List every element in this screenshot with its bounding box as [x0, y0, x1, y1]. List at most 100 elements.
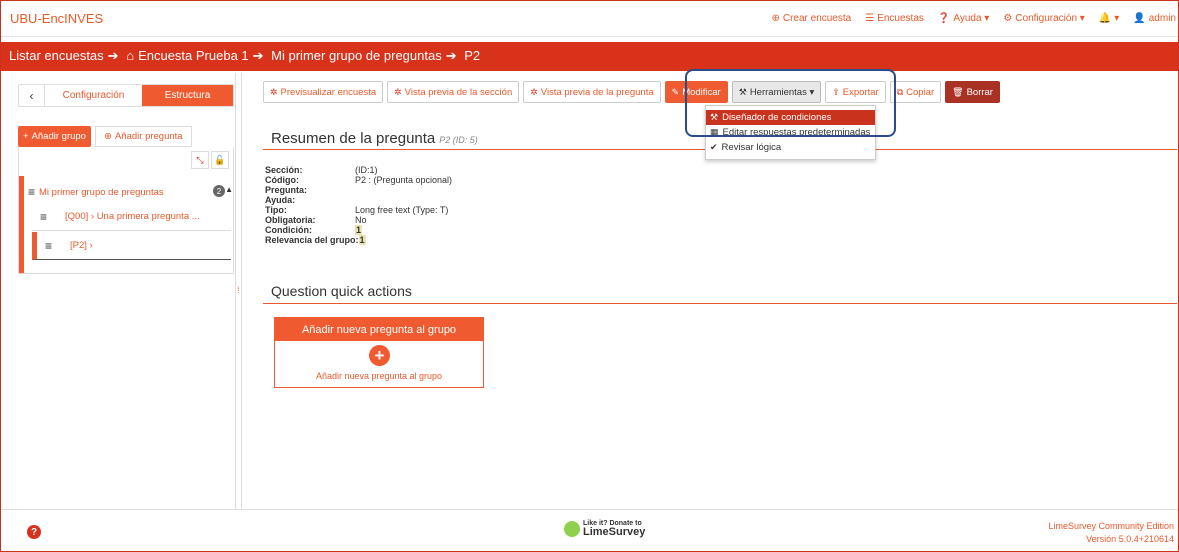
plus-circle-icon: ⊕: [771, 13, 780, 24]
summary-key: Sección:: [265, 165, 303, 175]
list-icon: ☰: [865, 13, 875, 24]
nav-user[interactable]: 👤 admin: [1133, 13, 1176, 24]
plus-circle-icon: +: [369, 345, 390, 366]
breadcrumb-question: P2: [464, 48, 481, 63]
summary-row: Relevancia del grupo: 1: [265, 235, 452, 245]
summary-title: Resumen de la pregunta P2 (ID: 5): [271, 130, 478, 147]
nav-help[interactable]: ❓ Ayuda ▾: [938, 13, 989, 24]
chevron-left-icon[interactable]: ‹: [19, 85, 45, 106]
tree-question-item[interactable]: ≡ [Q00] › Una primera pregunta ...: [32, 203, 231, 231]
export-button[interactable]: ⇪ Exportar: [825, 81, 886, 103]
tools-dropdown-button[interactable]: ⚒ Herramientas ▾: [731, 81, 822, 103]
summary-row: Condición: 1: [265, 225, 452, 235]
footer: ? Like it? Donate to LimeSurvey LimeSurve…: [1, 509, 1178, 551]
help-icon[interactable]: ?: [27, 525, 41, 539]
drag-handle-icon[interactable]: ≡: [40, 210, 47, 224]
modify-button[interactable]: ✎ Modificar: [664, 81, 728, 103]
add-group-button[interactable]: + Añadir grupo: [18, 126, 91, 147]
edition-label: LimeSurvey Community Edition: [1048, 521, 1174, 531]
summary-row: Sección: (ID:1): [265, 165, 452, 175]
question-summary-table: Sección: (ID:1) Código: P2 : (Pregunta opc…: [265, 165, 452, 245]
copy-icon: ⧉: [896, 86, 904, 97]
unlock-icon[interactable]: 🔓: [211, 151, 229, 169]
caret-up-icon[interactable]: ▲: [225, 185, 233, 194]
add-question-card[interactable]: Añadir nueva pregunta al grupo + Añadir …: [274, 317, 484, 388]
tree-question-item-active[interactable]: ≡ [P2] ›: [32, 232, 231, 260]
question-label: [Q00] › Una primera pregunta ...: [65, 211, 200, 222]
menu-item-check-logic[interactable]: ✔ Revisar lógica: [706, 140, 875, 155]
arrow-right-icon: ➔: [252, 48, 264, 63]
sidebar-resize-handle[interactable]: ⁞: [235, 73, 242, 509]
delete-button[interactable]: 🗑 Borrar: [945, 81, 1000, 103]
user-icon: 👤: [1133, 13, 1146, 24]
summary-key: Ayuda:: [265, 195, 296, 205]
menu-item-label: Revisar lógica: [721, 142, 782, 153]
preview-question-button[interactable]: ✲ Vista previa de la pregunta: [523, 81, 661, 103]
summary-row: Ayuda:: [265, 195, 452, 205]
nav-configuration[interactable]: ⚙ Configuración ▾: [1003, 13, 1084, 24]
summary-value: Long free text (Type: T): [355, 205, 449, 215]
summary-key: Obligatoria:: [265, 215, 316, 225]
tab-configuration[interactable]: Configuración: [45, 85, 142, 106]
add-question-button[interactable]: ⊕ Añadir pregunta: [95, 126, 192, 147]
tab-structure[interactable]: Estructura: [142, 85, 233, 106]
summary-key: Código:: [265, 175, 299, 185]
summary-title-text: Resumen de la pregunta: [271, 130, 436, 147]
menu-item-condition-designer[interactable]: ⚒ Diseñador de condiciones: [706, 110, 875, 125]
copy-button[interactable]: ⧉ Copiar: [889, 81, 942, 103]
summary-subtitle: P2 (ID: 5): [439, 135, 478, 145]
sidebar: ‹ Configuración Estructura + Añadir grupo…: [11, 81, 235, 507]
menu-item-default-answers[interactable]: ▦ Editar respuestas predeterminadas: [706, 125, 875, 140]
button-label: Vista previa de la pregunta: [540, 86, 654, 98]
brand-link[interactable]: UBU-EncINVES: [10, 11, 103, 26]
wand-icon: ⚒: [710, 112, 719, 122]
breadcrumb-survey[interactable]: Encuesta Prueba 1: [138, 48, 249, 63]
summary-row: Pregunta:: [265, 185, 452, 195]
menu-item-label: Diseñador de condiciones: [722, 112, 832, 123]
breadcrumb-surveys[interactable]: Listar encuestas: [9, 48, 104, 63]
logic-check-icon: ✔: [710, 142, 718, 152]
question-tree: ≡ Mi primer grupo de preguntas 2 ▲ ≡ [Q0…: [19, 176, 235, 273]
button-label: Herramientas ▾: [749, 86, 815, 98]
summary-value: (ID:1): [355, 165, 378, 175]
preview-section-button[interactable]: ✲ Vista previa de la sección: [387, 81, 520, 103]
quick-actions-title: Question quick actions: [271, 283, 412, 299]
donate-brand: LimeSurvey: [583, 526, 646, 538]
top-nav-menu: ⊕ Crear encuesta ☰ Encuestas ❓ Ayuda ▾ ⚙ Con…: [757, 13, 1176, 24]
tree-group-item[interactable]: ≡ Mi primer grupo de preguntas 2 ▲: [28, 182, 233, 202]
arrow-right-icon: ➔: [445, 48, 457, 63]
donate-link[interactable]: Like it? Donate to LimeSurvey: [564, 520, 645, 538]
gear-icon: ✲: [270, 86, 278, 97]
preview-survey-button[interactable]: ✲ Previsualizar encuesta: [263, 81, 384, 103]
button-label: Exportar: [842, 86, 879, 98]
card-header: Añadir nueva pregunta al grupo: [275, 318, 483, 341]
drag-handle-icon[interactable]: ≡: [28, 185, 35, 199]
summary-key: Condición:: [265, 225, 312, 235]
version-info[interactable]: LimeSurvey Community Edition Versión 5.0…: [1048, 520, 1174, 546]
pencil-icon: ✎: [671, 86, 680, 97]
grip-icon: ⁞: [237, 285, 240, 295]
nav-surveys[interactable]: ☰ Encuestas: [865, 13, 924, 24]
group-count-badge: 2: [213, 185, 225, 197]
plus-circle-icon: ⊕: [104, 131, 112, 142]
nav-label: Configuración ▾: [1015, 13, 1085, 24]
button-label: Previsualizar encuesta: [280, 86, 377, 98]
drag-handle-icon[interactable]: ≡: [45, 239, 52, 253]
breadcrumb-group[interactable]: Mi primer grupo de preguntas: [271, 48, 442, 63]
card-label: Añadir nueva pregunta al grupo: [315, 371, 443, 381]
summary-row: Código: P2 : (Pregunta opcional): [265, 175, 452, 185]
summary-key: Pregunta:: [265, 185, 308, 195]
tree-tools: ⤡ 🔓: [191, 151, 229, 169]
trash-icon: 🗑: [952, 86, 964, 97]
export-icon: ⇪: [832, 86, 840, 97]
question-toolbar: ✲ Previsualizar encuesta ✲ Vista previa de…: [263, 81, 1000, 104]
limesurvey-logo-icon: [564, 521, 580, 537]
summary-value: 1: [358, 235, 366, 245]
cogs-icon: ⚙: [1003, 13, 1013, 24]
collapse-icon[interactable]: ⤡: [191, 151, 209, 169]
add-question-label: Añadir pregunta: [114, 131, 183, 142]
nav-label: admin: [1148, 13, 1176, 24]
nav-notifications[interactable]: 🔔 ▾: [1099, 13, 1119, 24]
nav-create-survey[interactable]: ⊕ Crear encuesta: [771, 13, 851, 24]
nav-label: ▾: [1114, 13, 1120, 24]
